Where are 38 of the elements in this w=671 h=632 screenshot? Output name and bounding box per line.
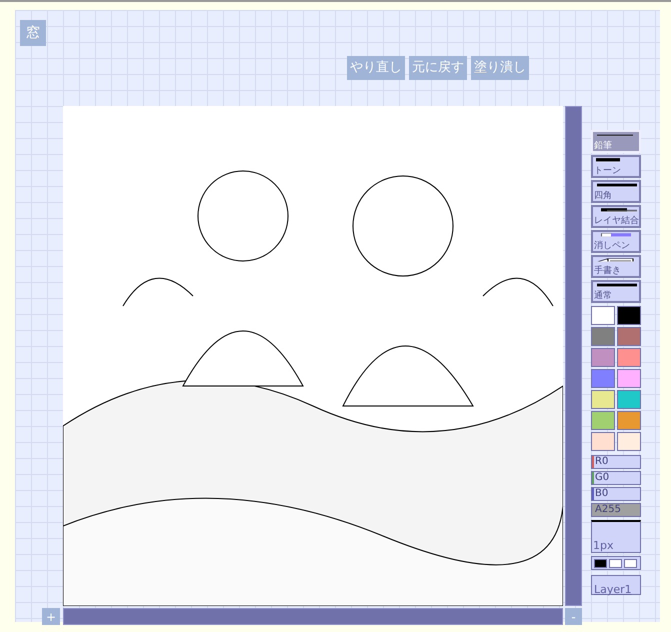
tool-button[interactable]: 手書き	[591, 255, 641, 278]
mask-swatch[interactable]	[594, 558, 607, 568]
zoom-in-button[interactable]: +	[42, 608, 60, 625]
pen-size-preview[interactable]: 1px	[591, 520, 641, 553]
color-swatch[interactable]	[617, 327, 641, 346]
color-swatch[interactable]	[617, 390, 641, 409]
layer-selector[interactable]: Layer1	[591, 575, 641, 595]
zoom-out-button[interactable]: -	[565, 608, 582, 625]
channel-slider[interactable]: B0	[591, 487, 641, 501]
color-swatch[interactable]	[591, 369, 615, 388]
line-icon	[597, 134, 633, 136]
tool-button[interactable]: 四角	[591, 180, 641, 203]
channel-slider[interactable]: A255	[591, 503, 641, 517]
toolbar-button[interactable]: 元に戻す	[409, 56, 467, 80]
tool-button[interactable]: トーン	[591, 155, 641, 178]
color-swatch[interactable]	[591, 390, 615, 409]
mask-selector[interactable]	[591, 556, 641, 570]
color-swatch[interactable]	[617, 348, 641, 367]
toolbar-button[interactable]: やり直し	[347, 56, 405, 80]
tool-button[interactable]: 通常	[591, 280, 641, 303]
toolbar-button[interactable]: 塗り潰し	[471, 56, 529, 80]
tool-button[interactable]: レイヤ結合	[591, 205, 641, 228]
color-swatch[interactable]	[591, 327, 615, 346]
channel-slider[interactable]: R0	[591, 455, 641, 469]
channel-slider[interactable]: G0	[591, 471, 641, 485]
window-button[interactable]: 窓	[20, 20, 46, 46]
color-swatch[interactable]	[617, 432, 641, 451]
color-swatch[interactable]	[591, 306, 615, 325]
color-swatch[interactable]	[591, 348, 615, 367]
color-swatch[interactable]	[617, 411, 641, 430]
tool-button[interactable]: 鉛筆	[591, 130, 641, 153]
color-swatch[interactable]	[617, 369, 641, 388]
color-swatch[interactable]	[591, 432, 615, 451]
mask-swatch[interactable]	[609, 558, 622, 568]
color-swatch[interactable]	[617, 306, 641, 325]
mask-swatch[interactable]	[624, 558, 637, 568]
color-swatch[interactable]	[591, 411, 615, 430]
tool-button[interactable]: 消しペン	[591, 230, 641, 253]
